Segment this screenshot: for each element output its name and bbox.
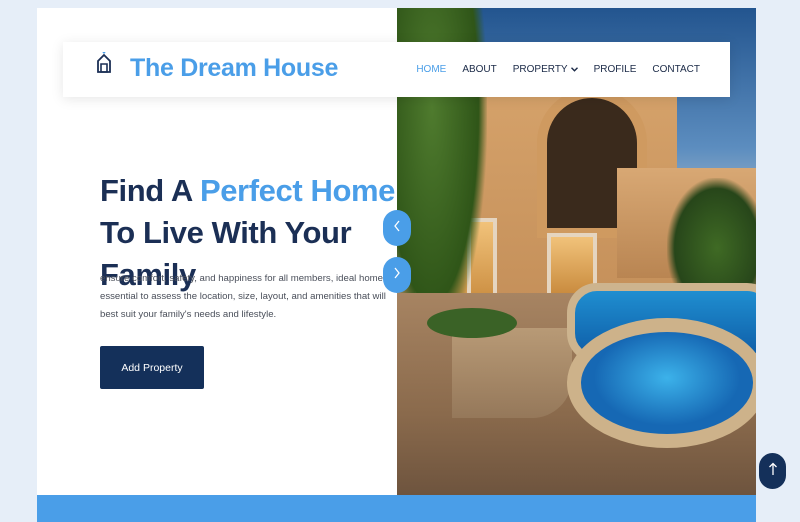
nav-item-label: PROFILE bbox=[593, 64, 637, 75]
chevron-right-icon bbox=[393, 266, 401, 284]
back-to-top-button[interactable] bbox=[759, 453, 786, 489]
house-outline-icon[interactable] bbox=[96, 50, 112, 74]
nav-item-property[interactable]: PROPERTY bbox=[513, 64, 578, 75]
brand-name[interactable]: The Dream House bbox=[130, 54, 338, 83]
nav-item-home[interactable]: HOME bbox=[416, 64, 446, 75]
slider-next-button[interactable] bbox=[383, 257, 411, 293]
nav-item-label: CONTACT bbox=[652, 64, 700, 75]
nav-item-about[interactable]: ABOUT bbox=[462, 64, 496, 75]
footer-band bbox=[37, 495, 756, 522]
hero-description: ensure comfort, safety, and happiness fo… bbox=[100, 273, 401, 320]
chevron-down-icon bbox=[570, 65, 578, 74]
nav-item-contact[interactable]: CONTACT bbox=[652, 64, 700, 75]
headline-part-1: Find A bbox=[100, 173, 200, 208]
nav-item-profile[interactable]: PROFILE bbox=[594, 64, 637, 75]
arrow-up-icon bbox=[768, 462, 778, 481]
headline-accent: Perfect Home bbox=[199, 173, 395, 208]
add-property-button[interactable]: Add Property bbox=[100, 346, 204, 389]
main-nav: HOME ABOUT PROPERTY PROFILE CONTACT bbox=[416, 42, 700, 97]
nav-item-label: ABOUT bbox=[462, 64, 497, 75]
chevron-left-icon bbox=[393, 219, 401, 237]
nav-item-label: HOME bbox=[416, 64, 447, 75]
slider-prev-button[interactable] bbox=[383, 210, 411, 246]
nav-item-label: PROPERTY bbox=[512, 64, 568, 75]
navbar: The Dream House HOME ABOUT PROPERTY PROF… bbox=[63, 42, 730, 97]
